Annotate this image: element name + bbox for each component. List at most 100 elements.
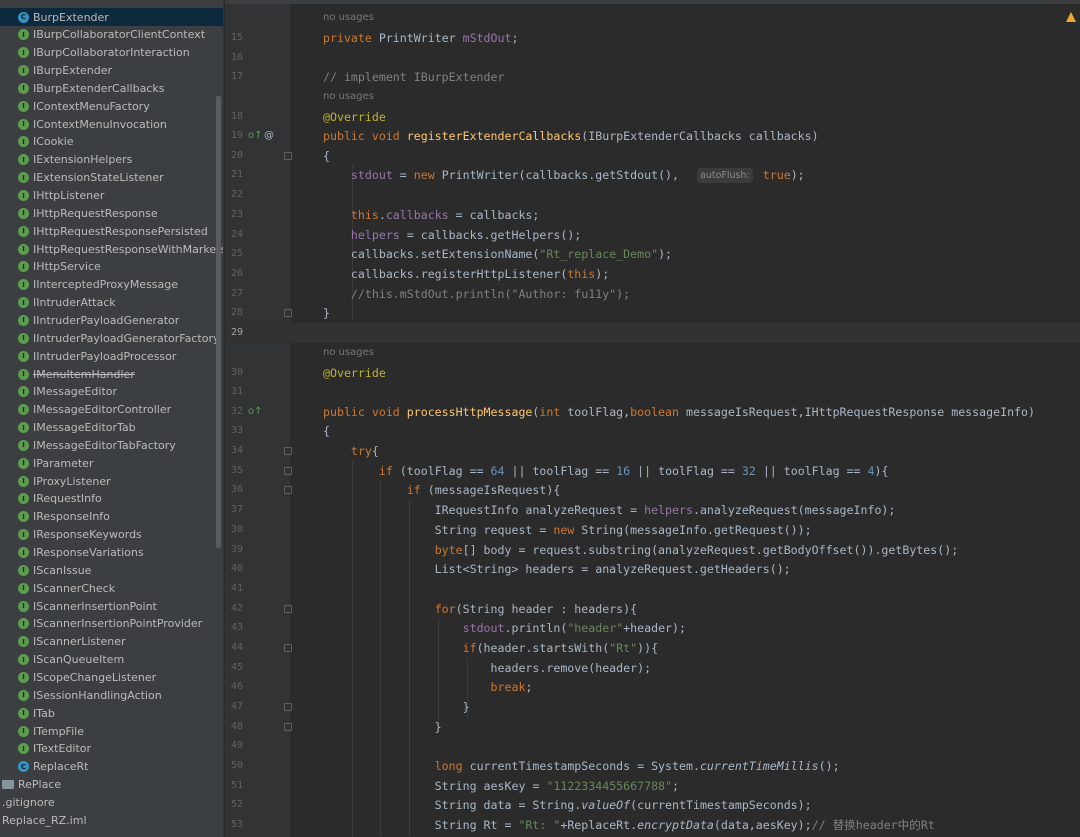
line-number: 28 bbox=[230, 307, 243, 318]
code-line[interactable]: public void processHttpMessage(int toolF… bbox=[323, 402, 1035, 422]
code-line[interactable]: String Rt = "Rt: "+ReplaceRt.encryptData… bbox=[323, 815, 935, 835]
code-line[interactable]: this.callbacks = callbacks; bbox=[323, 205, 539, 225]
tree-item-label: IIntruderPayloadGenerator bbox=[33, 313, 180, 327]
code-line[interactable]: } bbox=[323, 303, 330, 323]
implements-method-icon[interactable]: o↑ bbox=[248, 406, 263, 418]
usages-hint[interactable]: no usages bbox=[323, 343, 374, 363]
code-line[interactable]: String aesKey = "1122334455667788"; bbox=[323, 776, 679, 796]
fold-marker-icon[interactable] bbox=[284, 467, 292, 475]
code-line[interactable]: public void registerExtenderCallbacks(IB… bbox=[323, 126, 819, 146]
code-line[interactable]: } bbox=[323, 717, 442, 737]
tree-item-iparameter[interactable]: I IParameter bbox=[0, 454, 223, 472]
tree-item-irequestinfo[interactable]: I IRequestInfo bbox=[0, 490, 223, 508]
implements-method-icon[interactable]: o↑ bbox=[248, 130, 263, 142]
tree-item-iresponsekeywords[interactable]: I IResponseKeywords bbox=[0, 526, 223, 544]
code-line[interactable]: long currentTimestampSeconds = System.cu… bbox=[323, 756, 840, 776]
tree-item-burpextender[interactable]: C BurpExtender bbox=[0, 8, 223, 26]
tree-item-ihttplistener[interactable]: I IHttpListener bbox=[0, 187, 223, 205]
tree-item-iscanissue[interactable]: I IScanIssue bbox=[0, 561, 223, 579]
tree-item-iextensionhelpers[interactable]: I IExtensionHelpers bbox=[0, 151, 223, 169]
tree-item-iscanqueueitem[interactable]: I IScanQueueItem bbox=[0, 651, 223, 669]
tree-item-iresponseinfo[interactable]: I IResponseInfo bbox=[0, 508, 223, 526]
fold-marker-icon[interactable] bbox=[284, 703, 292, 711]
interface-icon: I bbox=[18, 368, 29, 380]
tree-item-iintruderpayloadprocessor[interactable]: I IIntruderPayloadProcessor bbox=[0, 347, 223, 365]
tree-item-iintruderpayloadgeneratorfactory[interactable]: I IIntruderPayloadGeneratorFactory bbox=[0, 329, 223, 347]
code-line[interactable]: if (toolFlag == 64 || toolFlag == 16 || … bbox=[323, 461, 889, 481]
tree-item-replacert[interactable]: C ReplaceRt bbox=[0, 758, 223, 776]
tree-item-iscannerinsertionpoint[interactable]: I IScannerInsertionPoint bbox=[0, 597, 223, 615]
tree-item-imenuitemhandler[interactable]: I IMenuItemHandler bbox=[0, 365, 223, 383]
tree-item-iburpextendercallbacks[interactable]: I IBurpExtenderCallbacks bbox=[0, 79, 223, 97]
fold-marker-icon[interactable] bbox=[284, 309, 292, 317]
code-line[interactable]: @Override bbox=[323, 107, 386, 127]
tree-item-imessageeditortabfactory[interactable]: I IMessageEditorTabFactory bbox=[0, 436, 223, 454]
tree-item-replace[interactable]: RePlace bbox=[0, 776, 223, 794]
tree-item-iburpextender[interactable]: I IBurpExtender bbox=[0, 62, 223, 80]
tree-item-itempfile[interactable]: I ITempFile bbox=[0, 722, 223, 740]
tree-item-iburpcollaboratorclientcontext[interactable]: I IBurpCollaboratorClientContext bbox=[0, 26, 223, 44]
tree-item-iresponsevariations[interactable]: I IResponseVariations bbox=[0, 544, 223, 562]
code-line[interactable]: stdout.println("header"+header); bbox=[323, 618, 686, 638]
tree-item-itexteditor[interactable]: I ITextEditor bbox=[0, 740, 223, 758]
code-line[interactable]: // implement IBurpExtender bbox=[323, 67, 504, 87]
tree-item-iextensionstatelistener[interactable]: I IExtensionStateListener bbox=[0, 169, 223, 187]
code-line[interactable]: List<String> headers = analyzeRequest.ge… bbox=[323, 559, 791, 579]
tree-item-iintruderpayloadgenerator[interactable]: I IIntruderPayloadGenerator bbox=[0, 311, 223, 329]
code-line[interactable]: IRequestInfo analyzeRequest = helpers.an… bbox=[323, 500, 896, 520]
code-line[interactable]: helpers = callbacks.getHelpers(); bbox=[323, 225, 581, 245]
tree-item-isessionhandlingaction[interactable]: I ISessionHandlingAction bbox=[0, 686, 223, 704]
fold-marker-icon[interactable] bbox=[284, 486, 292, 494]
code-line[interactable]: for(String header : headers){ bbox=[323, 599, 637, 619]
fold-marker-icon[interactable] bbox=[284, 723, 292, 731]
interface-icon: I bbox=[18, 29, 29, 41]
tree-item-icontextmenuinvocation[interactable]: I IContextMenuInvocation bbox=[0, 115, 223, 133]
tree-item-imessageeditor[interactable]: I IMessageEditor bbox=[0, 383, 223, 401]
tree-item-ihttprequestresponsewithmarkers[interactable]: I IHttpRequestResponseWithMarkers bbox=[0, 240, 223, 258]
fold-marker-icon[interactable] bbox=[284, 447, 292, 455]
usages-hint[interactable]: no usages bbox=[323, 87, 374, 107]
tree-item-iscannerinsertionpointprovider[interactable]: I IScannerInsertionPointProvider bbox=[0, 615, 223, 633]
code-line[interactable]: headers.remove(header); bbox=[323, 658, 652, 678]
tree-item-iscannerlistener[interactable]: I IScannerListener bbox=[0, 633, 223, 651]
code-line[interactable]: if(header.startsWith("Rt")){ bbox=[323, 638, 658, 658]
code-line[interactable]: } bbox=[323, 697, 470, 717]
tree-item-iscopechangelistener[interactable]: I IScopeChangeListener bbox=[0, 668, 223, 686]
warning-icon[interactable] bbox=[1066, 12, 1076, 22]
tree-item-icontextmenufactory[interactable]: I IContextMenuFactory bbox=[0, 97, 223, 115]
tree-item-ihttpservice[interactable]: I IHttpService bbox=[0, 258, 223, 276]
usages-hint[interactable]: no usages bbox=[323, 8, 374, 28]
code-line[interactable]: callbacks.setExtensionName("Rt_replace_D… bbox=[323, 244, 672, 264]
tree-item-replace-rz-iml[interactable]: Replace_RZ.iml bbox=[0, 811, 223, 829]
tree-item-iscannercheck[interactable]: I IScannerCheck bbox=[0, 579, 223, 597]
fold-marker-icon[interactable] bbox=[284, 644, 292, 652]
code-line[interactable]: break; bbox=[323, 677, 533, 697]
tree-item-gitignore[interactable]: .gitignore bbox=[0, 793, 223, 811]
code-line[interactable]: if (messageIsRequest){ bbox=[323, 480, 561, 500]
code-line[interactable]: byte[] body = request.substring(analyzeR… bbox=[323, 540, 959, 560]
tree-item-itab[interactable]: I ITab bbox=[0, 704, 223, 722]
tree-scrollbar[interactable] bbox=[216, 96, 221, 548]
code-line[interactable]: @Override bbox=[323, 363, 386, 383]
tree-item-ihttprequestresponse[interactable]: I IHttpRequestResponse bbox=[0, 204, 223, 222]
code-line[interactable]: { bbox=[323, 421, 330, 441]
tree-item-iburpcollaboratorinteraction[interactable]: I IBurpCollaboratorInteraction bbox=[0, 44, 223, 62]
fold-marker-icon[interactable] bbox=[284, 605, 292, 613]
code-line[interactable]: callbacks.registerHttpListener(this); bbox=[323, 264, 609, 284]
tree-item-imessageeditorcontroller[interactable]: I IMessageEditorController bbox=[0, 401, 223, 419]
tree-item-imessageeditortab[interactable]: I IMessageEditorTab bbox=[0, 419, 223, 437]
tree-item-iproxylistener[interactable]: I IProxyListener bbox=[0, 472, 223, 490]
interface-icon: I bbox=[18, 439, 29, 451]
code-line[interactable]: //this.mStdOut.println("Author: fu11y"); bbox=[323, 284, 630, 304]
tree-item-icookie[interactable]: I ICookie bbox=[0, 133, 223, 151]
tree-item-iinterceptedproxymessage[interactable]: I IInterceptedProxyMessage bbox=[0, 276, 223, 294]
fold-marker-icon[interactable] bbox=[284, 152, 292, 160]
tree-item-iintruderattack[interactable]: I IIntruderAttack bbox=[0, 294, 223, 312]
code-line[interactable]: { bbox=[323, 146, 330, 166]
code-line[interactable]: String request = new String(messageInfo.… bbox=[323, 520, 812, 540]
code-line[interactable]: private PrintWriter mStdOut; bbox=[323, 28, 518, 48]
tree-item-ihttprequestresponsepersisted[interactable]: I IHttpRequestResponsePersisted bbox=[0, 222, 223, 240]
annotation-icon[interactable]: @ bbox=[264, 130, 274, 142]
code-line[interactable]: try{ bbox=[323, 441, 379, 461]
code-line[interactable]: String data = String.valueOf(currentTime… bbox=[323, 795, 812, 815]
